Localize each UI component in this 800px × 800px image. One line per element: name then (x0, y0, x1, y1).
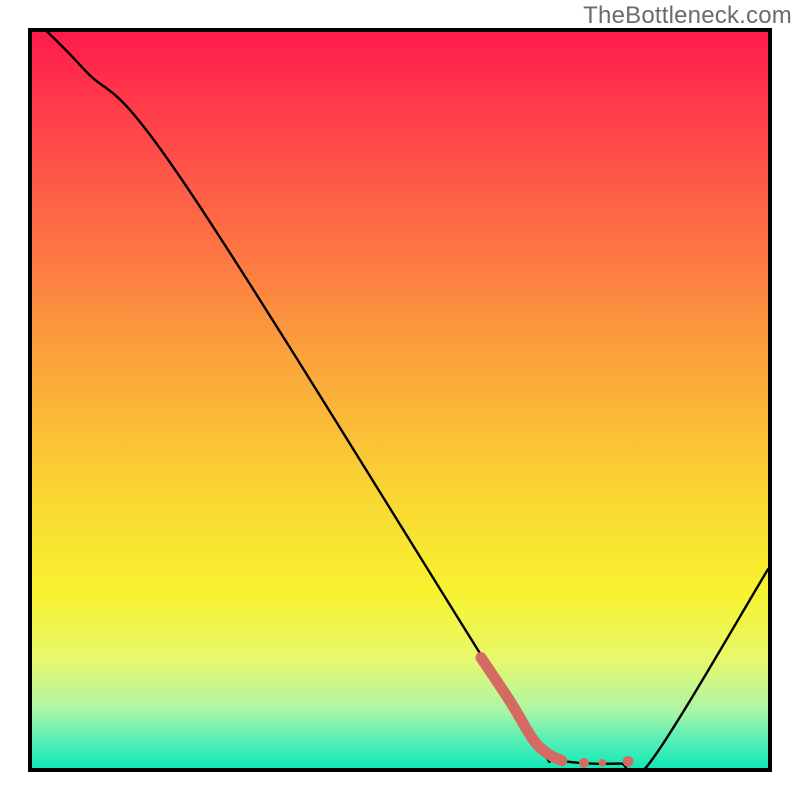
plot-area (28, 28, 772, 772)
bottleneck-curve (32, 32, 768, 768)
highlight-dot-3 (623, 756, 634, 767)
highlight-segment (481, 658, 562, 761)
highlight-dot-1 (579, 758, 589, 768)
chart-svg (32, 32, 768, 768)
highlight-dot-2 (599, 759, 607, 767)
chart-container: TheBottleneck.com (0, 0, 800, 800)
watermark-text: TheBottleneck.com (583, 2, 792, 30)
